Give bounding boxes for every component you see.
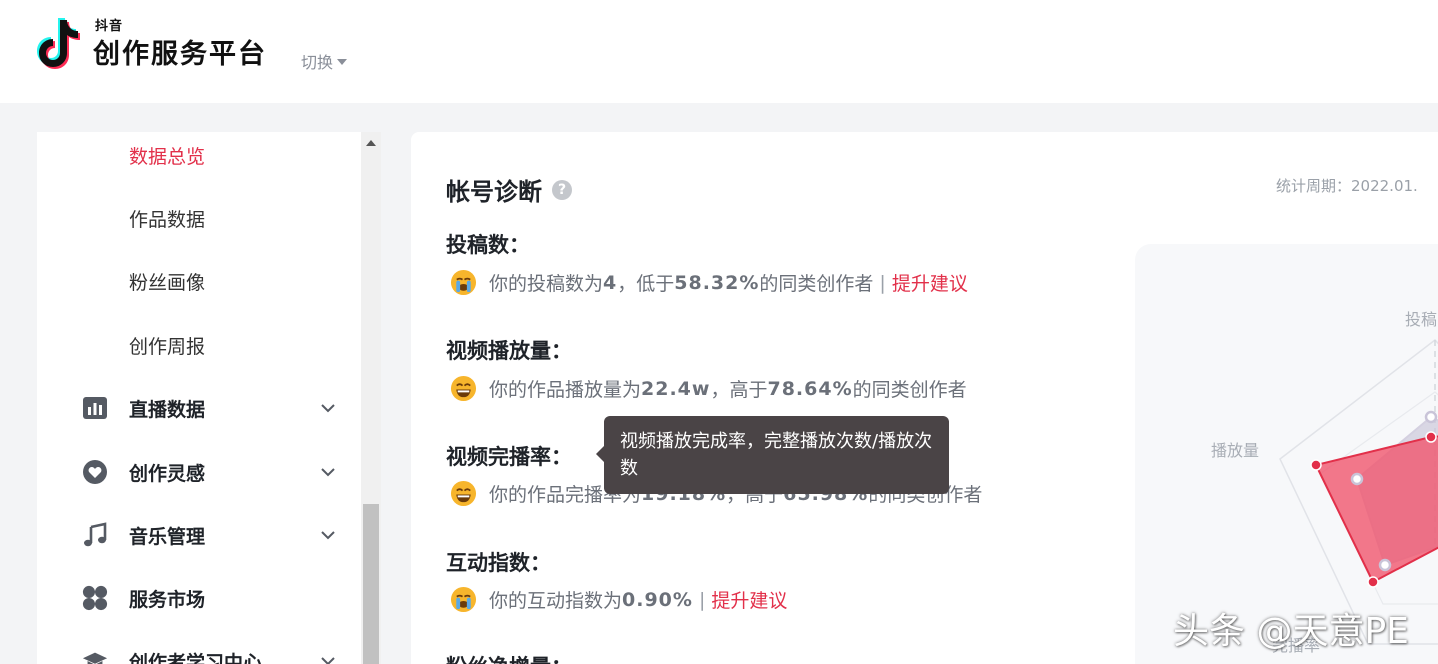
caret-down-icon	[337, 59, 348, 65]
metric-middle: ，高于	[710, 379, 768, 401]
metric-prefix: 你的作品播放量为	[489, 379, 642, 401]
metric-title-plays: 视频播放量：	[446, 339, 572, 363]
metric-value: 4	[603, 271, 618, 294]
metric-prefix: 你的投稿数为	[489, 273, 604, 295]
sidebar-item-fans-profile[interactable]: 粉丝画像	[129, 268, 205, 295]
separator: |	[698, 588, 706, 611]
tooltip-text: 视频播放完成率，完整播放次数/播放次数	[620, 431, 933, 479]
music-note-icon	[82, 522, 108, 548]
metric-line-posts: 你的投稿数为 4 ，低于 58.32% 的同类创作者 | 提升建议	[450, 269, 968, 296]
help-icon[interactable]: ?	[552, 179, 572, 200]
sidebar-item-live-data[interactable]: 直播数据	[82, 393, 342, 423]
radar-point	[1310, 459, 1322, 471]
radar-chart	[1279, 338, 1438, 645]
douyin-logo-icon[interactable]	[36, 16, 86, 72]
metric-title-interaction: 互动指数：	[446, 551, 551, 575]
improve-suggestion-link[interactable]: 提升建议	[892, 269, 968, 296]
metric-title-completion: 视频完播率：	[446, 445, 572, 469]
sidebar-item-label: 创作者学习中心	[129, 651, 263, 664]
top-header: 抖音 创作服务平台 切换	[0, 0, 1438, 103]
metric-prefix: 你的互动指数为	[489, 590, 623, 612]
metric-suffix: 的同类创作者	[852, 379, 967, 401]
heart-icon	[82, 459, 108, 485]
radar-chart-panel: 投稿 播放量 完播率	[1135, 244, 1438, 664]
grinning-face-icon	[450, 375, 477, 402]
radar-compare-point	[1424, 410, 1438, 424]
radar-point	[1367, 576, 1379, 588]
chevron-down-icon[interactable]	[320, 653, 336, 664]
metric-title-posts: 投稿数：	[446, 233, 530, 257]
graduation-cap-icon	[82, 648, 108, 664]
scroll-up-arrow-icon[interactable]	[366, 140, 376, 146]
stat-period: 统计周期：2022.01.	[1276, 177, 1418, 195]
sidebar-item-learning-center[interactable]: 创作者学习中心	[82, 646, 342, 664]
metric-line-interaction: 你的互动指数为 0.90% | 提升建议	[450, 586, 787, 613]
switch-label: 切换	[301, 53, 334, 72]
sidebar: 数据总览 作品数据 粉丝画像 创作周报 直播数据 创作灵感 音乐管理 服务市场 …	[37, 132, 361, 664]
account-diagnosis-card: 帐号诊断 ? 统计周期：2022.01. 投稿数： 你的投稿数为 4 ，低于 5…	[411, 132, 1438, 664]
sidebar-item-label: 创作灵感	[129, 462, 206, 485]
grid-icon	[82, 585, 108, 611]
watermark: 头条 @天意PE	[1173, 611, 1409, 652]
radar-point	[1425, 431, 1437, 443]
sidebar-item-service-market[interactable]: 服务市场	[82, 583, 342, 613]
radar-compare-point	[1378, 558, 1392, 572]
improve-suggestion-link[interactable]: 提升建议	[711, 586, 787, 613]
metric-percent: 78.64%	[767, 377, 853, 400]
sidebar-item-creative-inspiration[interactable]: 创作灵感	[82, 457, 342, 487]
sidebar-item-music-management[interactable]: 音乐管理	[82, 520, 342, 550]
sidebar-item-weekly-report[interactable]: 创作周报	[129, 332, 205, 359]
tooltip: 视频播放完成率，完整播放次数/播放次数	[596, 416, 949, 494]
sidebar-item-data-overview[interactable]: 数据总览	[129, 142, 205, 169]
radar-label-posts: 投稿	[1405, 310, 1438, 329]
chevron-down-icon[interactable]	[320, 400, 336, 416]
sidebar-item-works-data[interactable]: 作品数据	[129, 205, 205, 232]
metric-line-plays: 你的作品播放量为 22.4w ，高于 78.64% 的同类创作者	[450, 375, 967, 402]
metric-value: 0.90%	[622, 588, 693, 611]
metric-middle: ，低于	[617, 273, 675, 295]
metric-title-fans-growth: 粉丝净增量：	[446, 651, 572, 664]
scrollbar-thumb[interactable]	[363, 504, 379, 664]
metric-suffix: 的同类创作者	[759, 273, 874, 295]
crying-face-icon	[450, 586, 477, 613]
page-title: 帐号诊断	[446, 178, 542, 206]
sidebar-item-label: 直播数据	[129, 398, 206, 421]
chevron-down-icon[interactable]	[320, 527, 336, 543]
card-title: 帐号诊断 ?	[446, 172, 572, 207]
radar-label-plays: 播放量	[1211, 441, 1260, 460]
metric-value: 22.4w	[641, 377, 711, 400]
switch-dropdown[interactable]: 切换	[301, 49, 348, 73]
sidebar-item-label: 服务市场	[129, 588, 206, 611]
radar-data-polygon	[1314, 435, 1438, 584]
separator: |	[879, 271, 886, 294]
bar-chart-icon	[82, 395, 108, 421]
brand-title: 创作服务平台	[93, 39, 267, 70]
crying-face-icon	[450, 269, 477, 296]
sidebar-scrollbar[interactable]	[361, 132, 381, 664]
sidebar-item-label: 音乐管理	[129, 525, 206, 548]
grinning-face-icon	[450, 480, 477, 507]
tooltip-arrow	[596, 446, 604, 462]
chevron-down-icon[interactable]	[320, 464, 336, 480]
metric-percent: 58.32%	[674, 271, 760, 294]
radar-compare-point	[1350, 472, 1364, 486]
